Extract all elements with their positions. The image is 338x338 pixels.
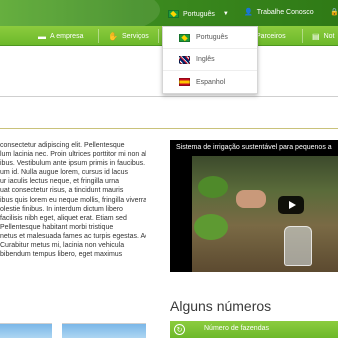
paragraph-line: consectetur adipiscing elit. Pellentesqu… — [0, 142, 125, 149]
paragraph-line: bibendum tempus libero, eget maximus — [0, 251, 123, 259]
thumbnail-image[interactable] — [62, 323, 146, 338]
nav-divider — [302, 29, 303, 43]
thumbnail-image[interactable] — [0, 323, 52, 338]
nav-item-label: Parceiros — [256, 32, 286, 40]
nav-item-servicos[interactable]: ✋ Serviços — [108, 26, 149, 46]
hand-shape — [236, 190, 266, 208]
brazil-flag-icon — [168, 10, 179, 18]
paragraph-line: Pellentesque habitant morbi tristique — [0, 223, 114, 231]
nav-item-label: Not — [323, 32, 335, 40]
brazil-flag-icon — [179, 33, 190, 42]
briefcase-icon: ▬ — [38, 31, 46, 41]
plant-leaf — [194, 214, 228, 240]
numbers-bar: ↻ Número de fazendas — [170, 321, 338, 338]
spain-flag-icon — [179, 78, 190, 86]
hand-icon: ✋ — [108, 31, 118, 41]
video-player[interactable]: Sistema de irrigação sustentável para pe… — [170, 140, 338, 272]
paragraph-line: ur iaculis lectus neque, et fringilla ur… — [0, 178, 120, 186]
nav-item-label: Serviços — [121, 32, 149, 40]
paragraph-line: lum lacinia nec. Proin ultrices porttito… — [0, 151, 146, 159]
nav-item-label: A empresa — [50, 32, 84, 40]
paragraph-line: facilisis nibh eget, aliquet erat. Etiam… — [0, 214, 127, 222]
nav-divider — [158, 29, 159, 43]
work-with-us-link[interactable]: 👤 Trabalhe Conosco — [244, 8, 314, 17]
about-paragraph: consectetur adipiscing elit. Pellentesqu… — [0, 141, 146, 266]
nav-item-parceiros[interactable]: Parceiros — [256, 26, 286, 46]
news-icon: ▤ — [312, 31, 320, 41]
nav-divider — [98, 29, 99, 43]
lock-icon[interactable]: 🔒 — [330, 8, 338, 16]
language-option-espanhol[interactable]: Espanhol — [163, 71, 257, 93]
language-option-label: Espanhol — [196, 78, 226, 86]
language-option-ingles[interactable]: Inglês — [163, 49, 257, 71]
numbers-bar-label: Número de fazendas — [204, 325, 269, 332]
bottle-shape — [284, 226, 312, 266]
paragraph-line: uat consectetur risus, a tincidunt mauri… — [0, 187, 124, 195]
work-with-us-label: Trabalhe Conosco — [256, 8, 314, 16]
section-divider — [0, 96, 338, 97]
uk-flag-icon — [179, 55, 190, 64]
video-title: Sistema de irrigação sustentável para pe… — [176, 144, 332, 151]
user-add-icon: 👤 — [244, 9, 253, 16]
top-bar: Português ▼ 👤 Trabalhe Conosco 🔒 — [0, 0, 338, 40]
page: Português ▼ 👤 Trabalhe Conosco 🔒 ▬ A emp… — [0, 0, 338, 338]
refresh-icon[interactable]: ↻ — [174, 324, 185, 335]
paragraph-line: olestie finibus. In interdum dictum libe… — [0, 205, 123, 213]
play-button[interactable] — [278, 196, 304, 214]
nav-item-noticias[interactable]: ▤ Not — [312, 26, 334, 46]
language-option-label: Português — [196, 34, 228, 41]
plant-leaf — [198, 176, 228, 198]
language-option-label: Inglês — [196, 56, 215, 63]
language-dropdown: Português Inglês Espanhol — [162, 26, 258, 94]
paragraph-line: netus et malesuada fames ac turpis egest… — [0, 232, 146, 240]
paragraph-line: Curabitur metus mi, lacinia non vehicula — [0, 242, 125, 250]
nav-item-empresa[interactable]: ▬ A empresa — [38, 26, 83, 46]
paragraph-line: ibus. Vestibulum ante ipsum primis in fa… — [0, 160, 146, 168]
paragraph-line: ibus quis lorem eu neque mollis, fringil… — [0, 196, 146, 204]
language-selector[interactable]: Português ▼ — [168, 8, 229, 20]
paragraph-line: um id. Nulla augue lorem, cursus id lacu… — [0, 169, 129, 177]
section-divider — [0, 128, 338, 129]
numbers-heading: Alguns números — [170, 298, 272, 314]
chevron-down-icon: ▼ — [222, 11, 229, 17]
language-option-portugues[interactable]: Português — [163, 27, 257, 49]
video-thumbnail — [192, 156, 338, 272]
language-current-label: Português — [183, 10, 215, 18]
